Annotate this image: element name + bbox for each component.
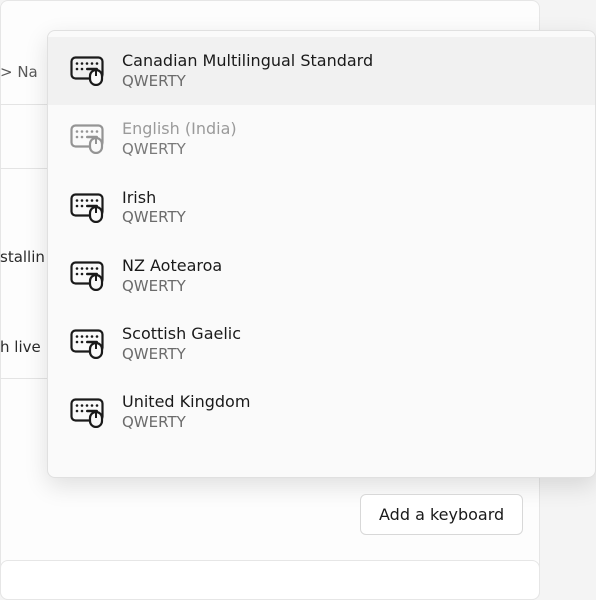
keyboard-option[interactable]: Canadian Multilingual Standard QWERTY — [48, 37, 595, 105]
keyboard-option[interactable]: English (India) QWERTY — [48, 105, 595, 173]
keyboard-option-texts: Canadian Multilingual Standard QWERTY — [122, 51, 373, 91]
keyboard-option-layout: QWERTY — [122, 72, 373, 92]
keyboard-option-title: United Kingdom — [122, 392, 250, 413]
divider — [0, 168, 48, 169]
keyboard-option-title: NZ Aotearoa — [122, 256, 222, 277]
keyboard-option-layout: QWERTY — [122, 413, 250, 433]
breadcrumb-fragment: > Na — [0, 63, 38, 81]
keyboard-mouse-icon — [70, 55, 104, 87]
keyboard-option-layout: QWERTY — [122, 345, 241, 365]
keyboard-mouse-icon — [70, 397, 104, 429]
keyboard-option-title: Scottish Gaelic — [122, 324, 241, 345]
keyboard-option-title: English (India) — [122, 119, 237, 140]
add-keyboard-button[interactable]: Add a keyboard — [360, 494, 523, 535]
keyboard-option-texts: NZ Aotearoa QWERTY — [122, 256, 222, 296]
divider — [0, 104, 48, 105]
keyboard-option[interactable]: NZ Aotearoa QWERTY — [48, 242, 595, 310]
keyboard-option[interactable]: Scottish Gaelic QWERTY — [48, 310, 595, 378]
keyboard-option[interactable]: United Kingdom QWERTY — [48, 378, 595, 446]
keyboard-option-texts: Irish QWERTY — [122, 188, 186, 228]
keyboard-option-layout: QWERTY — [122, 140, 237, 160]
divider — [0, 378, 48, 379]
keyboard-option-texts: United Kingdom QWERTY — [122, 392, 250, 432]
keyboard-option[interactable]: Irish QWERTY — [48, 174, 595, 242]
bg-text-fragment: stallin — [0, 248, 45, 266]
keyboard-mouse-icon — [70, 123, 104, 155]
keyboard-option-layout: QWERTY — [122, 208, 186, 228]
breadcrumb: > Na — [0, 56, 38, 88]
settings-card-bg — [0, 560, 540, 600]
keyboard-flyout: Canadian Multilingual Standard QWERTY En… — [47, 30, 596, 478]
keyboard-option-title: Irish — [122, 188, 186, 209]
keyboard-mouse-icon — [70, 328, 104, 360]
keyboard-option-texts: Scottish Gaelic QWERTY — [122, 324, 241, 364]
bg-text-fragment: h live — [0, 338, 41, 356]
keyboard-option-layout: QWERTY — [122, 277, 222, 297]
keyboard-mouse-icon — [70, 192, 104, 224]
keyboard-option-texts: English (India) QWERTY — [122, 119, 237, 159]
keyboard-mouse-icon — [70, 260, 104, 292]
keyboard-option-title: Canadian Multilingual Standard — [122, 51, 373, 72]
